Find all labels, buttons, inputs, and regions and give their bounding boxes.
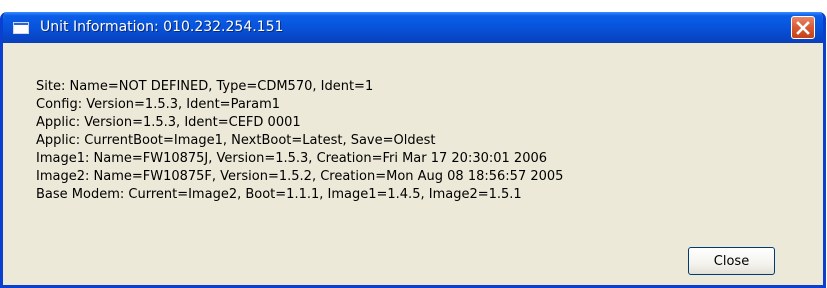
close-icon (796, 20, 810, 35)
window-title: Unit Information: 010.232.254.151 (40, 19, 284, 35)
info-line-site: Site: Name=NOT DEFINED, Type=CDM570, Ide… (36, 79, 374, 94)
unit-information-dialog: Unit Information: 010.232.254.151 Site: … (0, 12, 826, 288)
info-text: Site: Name=NOT DEFINED, Type=CDM570, Ide… (36, 78, 563, 204)
title-bar[interactable]: Unit Information: 010.232.254.151 (3, 12, 823, 43)
title-close-button[interactable] (791, 16, 815, 39)
close-button[interactable]: Close (688, 247, 775, 275)
info-line-image2: Image2: Name=FW10875F, Version=1.5.2, Cr… (36, 169, 564, 184)
window-icon (13, 22, 29, 34)
info-line-config: Config: Version=1.5.3, Ident=Param1 (36, 97, 281, 112)
info-line-applic-boot: Applic: CurrentBoot=Image1, NextBoot=Lat… (36, 133, 436, 148)
info-line-applic-version: Applic: Version=1.5.3, Ident=CEFD 0001 (36, 115, 301, 130)
info-line-base-modem: Base Modem: Current=Image2, Boot=1.1.1, … (36, 187, 522, 202)
info-line-image1: Image1: Name=FW10875J, Version=1.5.3, Cr… (36, 151, 548, 166)
